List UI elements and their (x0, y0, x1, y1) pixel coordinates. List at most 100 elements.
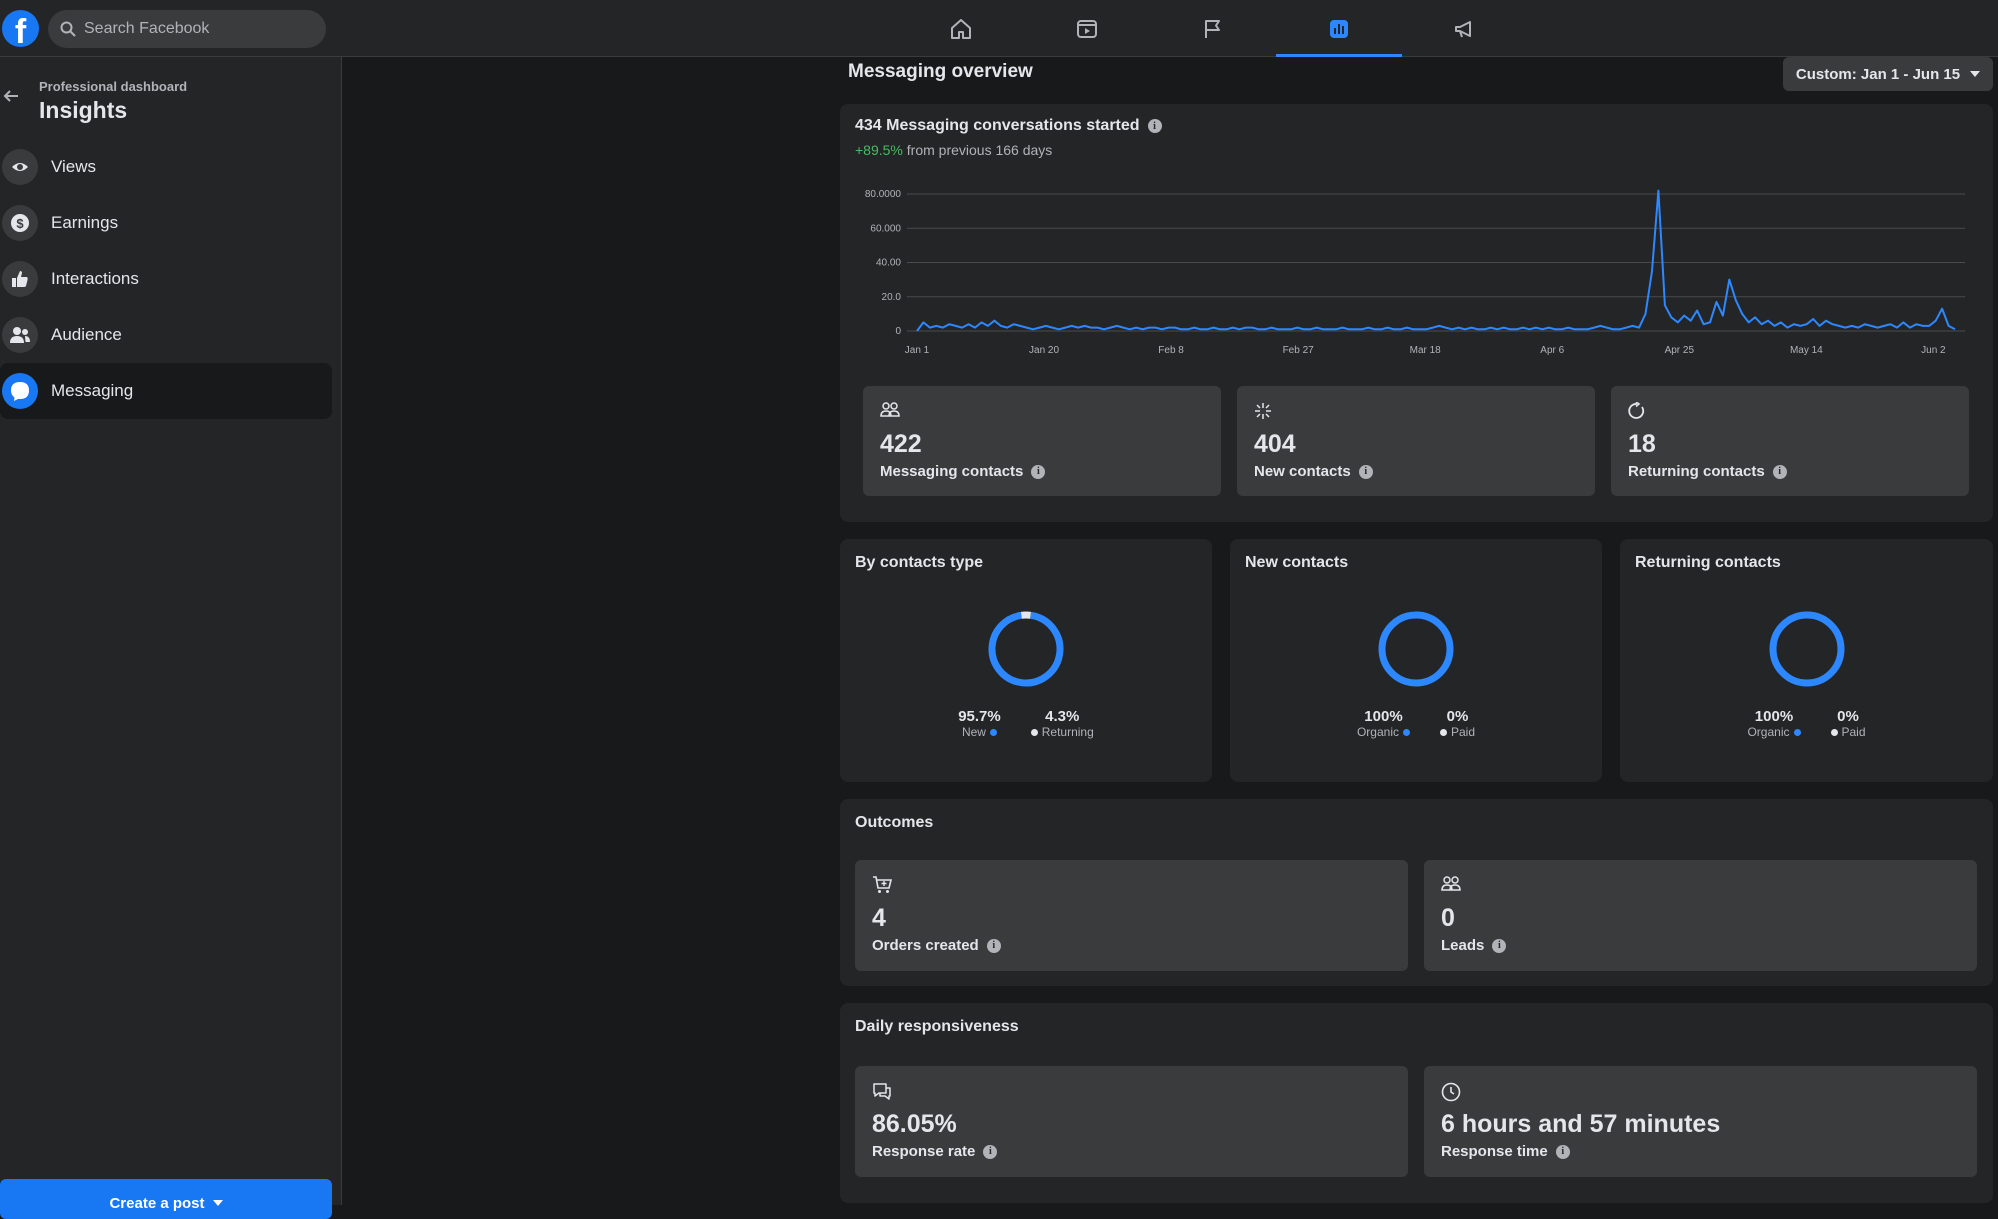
info-icon[interactable]: i (1147, 119, 1162, 133)
tab-video[interactable] (1024, 0, 1150, 57)
legend-percent: 100% (1754, 708, 1794, 725)
legend-name: Returning (1030, 725, 1094, 739)
donut-slice-organic[interactable] (1769, 611, 1844, 687)
card-title: Returning contacts (1635, 554, 1781, 571)
stat-value: 4 (872, 904, 886, 932)
caret-down-icon (212, 1200, 223, 1206)
stat-card-response-time: 6 hours and 57 minutes Response time i (1424, 1066, 1977, 1177)
legend-name: Organic (1357, 725, 1410, 739)
donut-slice-returning[interactable] (988, 611, 1065, 688)
series-line[interactable] (916, 189, 1956, 332)
tab-pages[interactable] (1150, 0, 1276, 57)
search-icon (60, 21, 76, 37)
legend-percent: 0% (1446, 708, 1469, 725)
stat-label: Response rate i (872, 1143, 998, 1160)
insights-icon (1330, 19, 1348, 38)
stat-label-text: Orders created (872, 937, 979, 954)
legend-dot (1030, 728, 1038, 736)
sidebar-item-audience[interactable]: Audience (0, 307, 332, 363)
sidebar-item-earnings[interactable]: $ Earnings (0, 195, 332, 251)
y-tick-label: 40.00 (876, 258, 901, 269)
date-range-label: Custom: Jan 1 - Jun 15 (1795, 65, 1961, 83)
change-suffix: from previous 166 days (906, 142, 1053, 158)
clock-icon (1441, 1082, 1461, 1107)
dollar-icon: $ (2, 205, 38, 241)
people-icon (1441, 876, 1461, 897)
stat-label-text: Response time (1441, 1143, 1548, 1160)
legend-percent: 4.3% (1045, 708, 1080, 725)
info-icon[interactable]: i (1031, 464, 1046, 479)
create-post-button[interactable]: Create a post (0, 1179, 332, 1219)
sidebar-item-views[interactable]: Views (0, 139, 332, 195)
conversations-line-chart: 0 20.0 40.00 60.000 80.0000 Jan 1 Jan 20 Feb 8 F… (865, 189, 1965, 356)
donut-slice-organic[interactable] (1378, 611, 1454, 687)
sidebar-subtitle: Professional dashboard (39, 79, 188, 94)
y-tick-label: 80.0000 (865, 189, 902, 200)
legend-item: 100% Organic (1357, 708, 1410, 739)
stat-label-text: Messaging contacts (880, 463, 1024, 480)
legend-item: 0% Paid (1440, 708, 1475, 739)
sidebar-item-label: Earnings (51, 213, 119, 232)
sparkle-icon (1254, 402, 1272, 425)
cart-icon (872, 876, 893, 899)
donut-chart (840, 609, 1212, 689)
tab-ads[interactable] (1402, 0, 1528, 57)
sidebar-item-interactions[interactable]: Interactions (0, 251, 332, 307)
info-icon[interactable]: i (1492, 938, 1507, 953)
legend-name: Paid (1440, 725, 1475, 739)
create-post-label: Create a post (109, 1194, 205, 1212)
refresh-icon (1628, 401, 1646, 425)
y-tick-label: 0 (895, 326, 901, 337)
legend-item: 0% Paid (1830, 708, 1866, 739)
home-icon (951, 18, 971, 39)
info-icon[interactable]: i (983, 1144, 998, 1159)
legend-item: 95.7% New (958, 708, 1001, 739)
tab-insights[interactable] (1276, 0, 1402, 57)
sidebar-item-label: Views (51, 157, 97, 176)
responsiveness-card: Daily responsiveness 86.05% Response rat… (840, 1003, 1993, 1203)
legend-item: 4.3% Returning (1030, 708, 1094, 739)
top-bar: f (0, 0, 1998, 57)
donut-chart (1620, 609, 1993, 689)
page-title: Insights (39, 97, 128, 123)
back-arrow-icon[interactable] (2, 87, 20, 105)
legend-name-text: Organic (1356, 725, 1399, 739)
info-icon[interactable]: i (1772, 464, 1787, 479)
sidebar-item-label: Interactions (51, 269, 139, 288)
stat-label-text: Response rate (872, 1143, 976, 1160)
donut-card-contacts-type: By contacts type 95.7% New 4.3% Returning (840, 539, 1212, 782)
x-tick-label: Jan 1 (905, 345, 930, 356)
stat-value: 18 (1628, 430, 1656, 458)
conversations-change: +89.5% from previous 166 days (855, 142, 1052, 158)
x-tick-label: Feb 8 (1158, 345, 1184, 356)
info-icon[interactable]: i (1358, 464, 1373, 479)
stat-card-orders: 4 Orders created i (855, 860, 1408, 971)
search-box[interactable] (48, 10, 326, 48)
card-title: By contacts type (855, 554, 984, 571)
stat-label: New contacts i (1254, 463, 1373, 480)
legend-percent: 0% (1837, 708, 1859, 725)
main-nav (898, 0, 1528, 57)
stat-card-new-contacts: 404 New contacts i (1237, 386, 1595, 496)
legend-name: New (958, 725, 1001, 739)
legend-dot (1793, 728, 1801, 736)
donut-slice-new[interactable] (988, 611, 1065, 688)
tab-home[interactable] (898, 0, 1024, 57)
stat-label-text: Leads (1441, 937, 1485, 954)
stat-card-messaging-contacts: 422 Messaging contacts i (863, 386, 1221, 496)
flag-icon (1205, 19, 1220, 38)
people-icon (880, 402, 900, 423)
info-icon[interactable]: i (986, 938, 1001, 953)
x-tick-label: Jun 2 (1921, 345, 1946, 356)
sidebar-item-messaging[interactable]: Messaging (0, 363, 332, 419)
legend-item: 100% Organic (1747, 708, 1801, 739)
facebook-logo-icon[interactable]: f (2, 10, 39, 47)
conversations-title: 434 Messaging conversations started i (855, 117, 1162, 135)
search-input[interactable] (84, 20, 304, 38)
info-icon[interactable]: i (1555, 1144, 1570, 1159)
legend-dot (1440, 728, 1447, 736)
donut-legend: 95.7% New 4.3% Returning (840, 708, 1212, 739)
card-title: New contacts (1245, 554, 1349, 571)
conversations-title-text: 434 Messaging conversations started (855, 117, 1140, 134)
date-range-dropdown[interactable]: Custom: Jan 1 - Jun 15 (1783, 57, 1993, 91)
